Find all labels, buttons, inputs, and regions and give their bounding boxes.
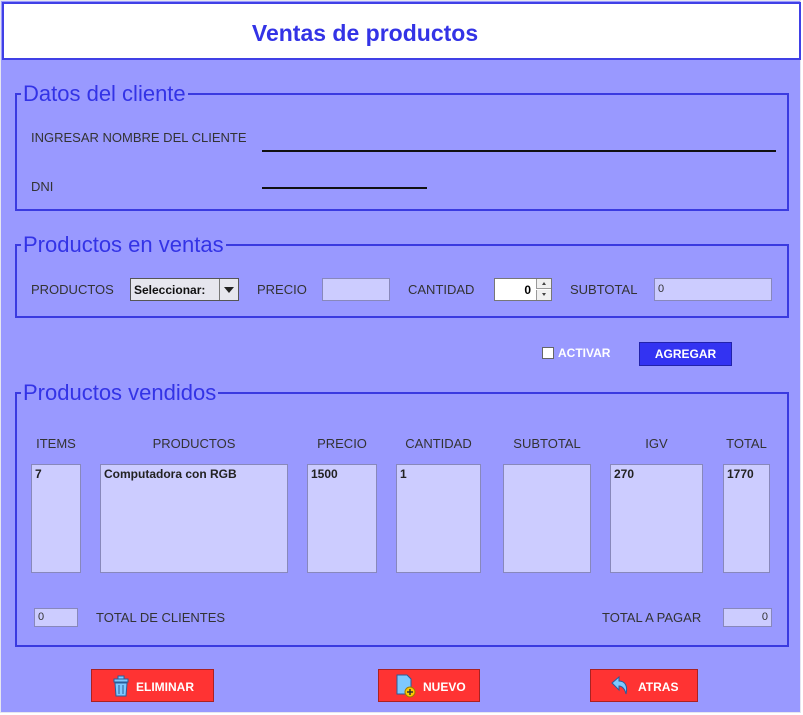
products-sale-legend: Productos en ventas [23, 232, 224, 257]
products-sale-group: Productos en ventas [15, 232, 789, 318]
client-name-label: INGRESAR NOMBRE DEL CLIENTE [31, 130, 247, 145]
title-bar: Ventas de productos [2, 2, 801, 60]
total-pagar-field[interactable]: 0 [723, 608, 772, 627]
total-clientes-label: TOTAL DE CLIENTES [96, 610, 226, 625]
subtotal-list[interactable] [503, 464, 591, 573]
activar-checkbox[interactable] [542, 347, 554, 359]
page-title: Ventas de productos [251, 20, 479, 46]
productos-label: PRODUCTOS [31, 282, 114, 297]
total-list[interactable]: 1770 [723, 464, 770, 573]
items-list[interactable]: 7 [31, 464, 81, 573]
agregar-button[interactable]: AGREGAR [639, 342, 732, 366]
eliminar-label: ELIMINAR [136, 680, 194, 694]
cantidad-value: 0 [524, 283, 531, 297]
dni-input[interactable] [262, 171, 427, 189]
trash-icon [112, 675, 130, 700]
igv-list[interactable]: 270 [610, 464, 703, 573]
col-header-items: ITEMS [36, 436, 76, 451]
sold-products-legend: Productos vendidos [23, 380, 217, 405]
col-header-total: TOTAL [726, 436, 767, 451]
nuevo-label: NUEVO [423, 680, 466, 694]
subtotal-label: SUBTOTAL [570, 282, 638, 297]
col-header-cantidad: CANTIDAD [405, 436, 472, 451]
chevron-down-icon[interactable] [219, 279, 238, 300]
atras-label: ATRAS [638, 680, 679, 694]
cantidad-label: CANTIDAD [408, 282, 475, 297]
increment-icon[interactable] [536, 279, 551, 289]
total-clientes-field[interactable]: 0 [34, 608, 78, 627]
new-document-icon [395, 674, 417, 701]
sales-window: Ventas de productos Datos del cliente IN… [0, 0, 801, 713]
decrement-icon[interactable] [536, 290, 551, 300]
nuevo-button[interactable]: NUEVO [378, 669, 480, 702]
atras-button[interactable]: ATRAS [590, 669, 698, 702]
back-arrow-icon [609, 675, 631, 700]
precio-field[interactable] [322, 278, 390, 301]
precio-label: PRECIO [257, 282, 307, 297]
col-header-precio: PRECIO [317, 436, 367, 451]
product-select-value: Seleccionar: [134, 283, 206, 297]
client-data-legend: Datos del cliente [23, 81, 186, 106]
activar-label: ACTIVAR [558, 346, 611, 360]
eliminar-button[interactable]: ELIMINAR [91, 669, 214, 702]
cantidad-stepper[interactable]: 0 [494, 278, 552, 301]
col-header-igv: IGV [645, 436, 668, 451]
client-name-input[interactable] [262, 134, 776, 152]
total-pagar-label: TOTAL A PAGAR [602, 610, 702, 625]
subtotal-field[interactable]: 0 [654, 278, 772, 301]
cantidad-list[interactable]: 1 [396, 464, 481, 573]
col-header-productos: PRODUCTOS [152, 436, 236, 451]
productos-list[interactable]: Computadora con RGB [100, 464, 288, 573]
precio-list[interactable]: 1500 [307, 464, 377, 573]
dni-label: DNI [31, 179, 54, 194]
col-header-subtotal: SUBTOTAL [513, 436, 581, 451]
product-select[interactable]: Seleccionar: [130, 278, 239, 301]
